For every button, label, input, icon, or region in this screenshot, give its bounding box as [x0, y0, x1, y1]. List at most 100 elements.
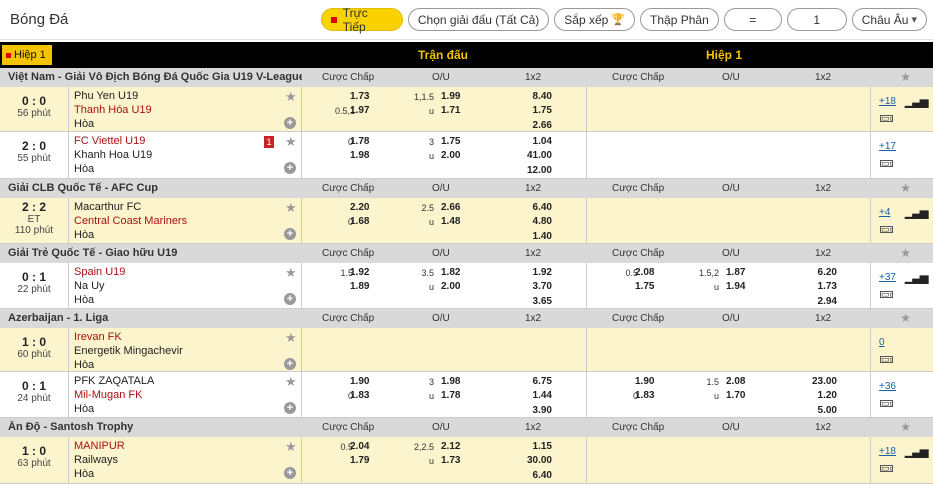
star-icon[interactable]: ★: [285, 439, 297, 455]
x12-odds[interactable]: 8.40: [522, 91, 552, 102]
handicap-odds[interactable]: 1.90: [635, 376, 654, 387]
add-icon[interactable]: +: [284, 117, 296, 129]
home-team[interactable]: PFK ZAQATALA: [74, 375, 154, 387]
star-icon[interactable]: ★: [900, 70, 911, 84]
add-icon[interactable]: +: [284, 358, 296, 370]
star-icon[interactable]: ★: [900, 246, 911, 260]
more-markets-link[interactable]: +4: [879, 207, 890, 218]
x12-odds[interactable]: 23.00: [807, 376, 837, 387]
away-team[interactable]: Thanh Hóa U19: [74, 104, 152, 116]
live-button[interactable]: Trực Tiếp: [320, 6, 403, 34]
handicap-odds[interactable]: 2.04: [350, 441, 369, 452]
live-tv-icon[interactable]: ▭▭: [880, 160, 893, 167]
x12-odds[interactable]: 1.04: [522, 136, 552, 147]
ou-odds[interactable]: 1.99: [441, 91, 460, 102]
star-icon[interactable]: ★: [285, 265, 297, 281]
ou-odds[interactable]: 1.82: [441, 267, 460, 278]
handicap-odds[interactable]: 1.83: [350, 390, 369, 401]
home-team[interactable]: Macarthur FC: [74, 201, 141, 213]
ou-odds[interactable]: 1.48: [441, 216, 460, 227]
x12-odds[interactable]: 1.73: [807, 281, 837, 292]
league-name[interactable]: Azerbaijan - 1. Liga: [8, 312, 302, 324]
more-markets-link[interactable]: +18: [879, 96, 896, 107]
region-select[interactable]: Châu Âu ▾: [851, 8, 927, 31]
x12-odds[interactable]: 12.00: [522, 165, 552, 176]
ou-odds[interactable]: 1.98: [441, 376, 460, 387]
handicap-odds[interactable]: 1.92: [350, 267, 369, 278]
more-markets-link[interactable]: +17: [879, 141, 896, 152]
star-icon[interactable]: ★: [285, 374, 297, 390]
x12-odds[interactable]: 1.92: [522, 267, 552, 278]
x12-odds[interactable]: 3.90: [522, 405, 552, 416]
x12-odds[interactable]: 6.40: [522, 202, 552, 213]
away-team[interactable]: Energetik Mingachevir: [74, 345, 183, 357]
handicap-odds[interactable]: 1.78: [350, 136, 369, 147]
home-team[interactable]: MANIPUR: [74, 440, 125, 452]
star-icon[interactable]: ★: [900, 420, 911, 434]
league-name[interactable]: Ấn Độ - Santosh Trophy: [8, 421, 302, 433]
league-name[interactable]: Giải Trẻ Quốc Tế - Giao hữu U19: [8, 247, 302, 259]
ou-odds[interactable]: 2.00: [441, 150, 460, 161]
odds-type-select[interactable]: Thập Phân: [640, 8, 719, 31]
league-name[interactable]: Giải CLB Quốc Tế - AFC Cup: [8, 182, 302, 194]
stats-icon[interactable]: ▁▃▅: [905, 271, 928, 284]
add-icon[interactable]: +: [284, 228, 296, 240]
add-icon[interactable]: +: [284, 162, 296, 174]
away-team[interactable]: Railways: [74, 454, 118, 466]
stats-icon[interactable]: ▁▃▅: [905, 206, 928, 219]
x12-odds[interactable]: 1.15: [522, 441, 552, 452]
x12-odds[interactable]: 1.20: [807, 390, 837, 401]
live-tv-icon[interactable]: ▭▭: [880, 226, 893, 233]
add-icon[interactable]: +: [284, 402, 296, 414]
x12-odds[interactable]: 6.40: [522, 470, 552, 481]
ou-odds[interactable]: 1.70: [726, 390, 745, 401]
add-icon[interactable]: +: [284, 467, 296, 479]
away-team[interactable]: Central Coast Mariners: [74, 215, 187, 227]
handicap-odds[interactable]: 1.83: [635, 390, 654, 401]
stats-icon[interactable]: ▁▃▅: [905, 95, 928, 108]
home-team[interactable]: Irevan FK: [74, 331, 122, 343]
x12-odds[interactable]: 1.44: [522, 390, 552, 401]
x12-odds[interactable]: 30.00: [522, 455, 552, 466]
star-icon[interactable]: ★: [285, 134, 297, 150]
handicap-odds[interactable]: 2.08: [635, 267, 654, 278]
add-icon[interactable]: +: [284, 293, 296, 305]
handicap-odds[interactable]: 1.68: [350, 216, 369, 227]
star-icon[interactable]: ★: [285, 200, 297, 216]
away-team[interactable]: Mil-Mugan FK: [74, 389, 142, 401]
handicap-odds[interactable]: 1.73: [350, 91, 369, 102]
home-team[interactable]: FC Viettel U19: [74, 135, 145, 147]
operator-select[interactable]: =: [723, 8, 782, 31]
handicap-odds[interactable]: 1.79: [350, 455, 369, 466]
ou-odds[interactable]: 1.87: [726, 267, 745, 278]
home-team[interactable]: Spain U19: [74, 266, 125, 278]
ou-odds[interactable]: 1.73: [441, 455, 460, 466]
x12-odds[interactable]: 3.70: [522, 281, 552, 292]
x12-odds[interactable]: 5.00: [807, 405, 837, 416]
value-select[interactable]: 1: [786, 8, 847, 31]
ou-odds[interactable]: 2.08: [726, 376, 745, 387]
live-tv-icon[interactable]: ▭▭: [880, 356, 893, 363]
x12-odds[interactable]: 1.40: [522, 231, 552, 242]
handicap-odds[interactable]: 1.75: [635, 281, 654, 292]
league-filter-button[interactable]: Chọn giải đấu (Tất Cả): [407, 8, 550, 31]
away-team[interactable]: Khanh Hoa U19: [74, 149, 152, 161]
x12-odds[interactable]: 2.94: [807, 296, 837, 307]
x12-odds[interactable]: 3.65: [522, 296, 552, 307]
star-icon[interactable]: ★: [900, 181, 911, 195]
ou-odds[interactable]: 2.00: [441, 281, 460, 292]
league-name[interactable]: Việt Nam - Giải Vô Địch Bóng Đá Quốc Gia…: [8, 71, 302, 83]
handicap-odds[interactable]: 1.98: [350, 150, 369, 161]
ou-odds[interactable]: 1.78: [441, 390, 460, 401]
live-tv-icon[interactable]: ▭▭: [880, 465, 893, 472]
stats-icon[interactable]: ▁▃▅: [905, 445, 928, 458]
ou-odds[interactable]: 1.71: [441, 105, 460, 116]
ou-odds[interactable]: 1.94: [726, 281, 745, 292]
half-tab[interactable]: Hiệp 1: [2, 45, 52, 65]
sort-button[interactable]: Sắp xếp 🏆: [554, 8, 636, 31]
star-icon[interactable]: ★: [285, 89, 297, 105]
more-markets-link[interactable]: +36: [879, 381, 896, 392]
more-markets-link[interactable]: 0: [879, 337, 885, 348]
more-markets-link[interactable]: +37: [879, 272, 896, 283]
handicap-odds[interactable]: 2.20: [350, 202, 369, 213]
